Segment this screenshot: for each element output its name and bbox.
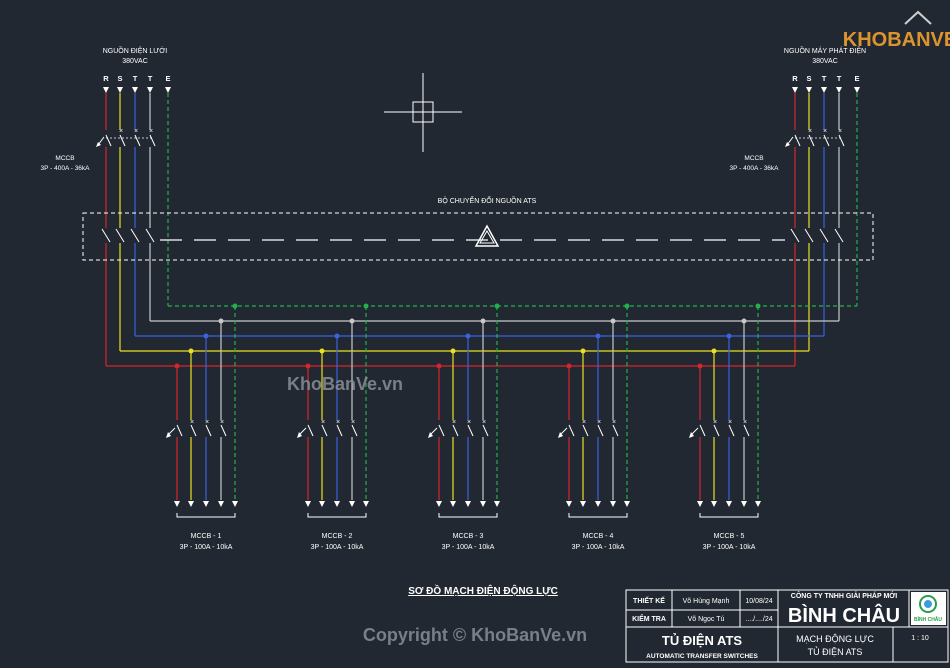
output-5-junction-1 [711, 348, 717, 354]
output-4-mark-2: × [612, 419, 616, 426]
output-2-junction-2 [334, 333, 340, 339]
project-subtitle: AUTOMATIC TRANSFER SWITCHES [646, 653, 758, 660]
logo-text: BÌNH CHÂU [914, 615, 942, 623]
output-4-name: MCCB - 4 [583, 533, 614, 540]
right-breaker-name: MCCB [744, 155, 763, 162]
output-3-rating: 3P - 100A - 10kA [442, 544, 495, 551]
output-2-junction-3 [349, 318, 355, 324]
scale-value: 1 : 10 [911, 635, 929, 642]
output-3-mark-0: × [452, 419, 456, 426]
right-source-voltage: 380VAC [812, 58, 838, 65]
output-5-name: MCCB - 5 [714, 533, 745, 540]
output-4-mark-0: × [582, 419, 586, 426]
output-3-name: MCCB - 3 [453, 533, 484, 540]
project-title: TỦ ĐIỆN ATS [662, 633, 742, 648]
output-5-mark-0: × [713, 419, 717, 426]
designer-date: 10/08/24 [745, 598, 772, 605]
output-3-mark-1: × [467, 419, 471, 426]
right-phase-label-3: T [837, 74, 842, 83]
output-3-mark-2: × [482, 419, 486, 426]
company-name: BÌNH CHÂU [788, 603, 900, 627]
drawing-title-1: MẠCH ĐỘNG LỰC [796, 634, 874, 644]
output-2-junction-1 [319, 348, 325, 354]
output-3-junction-2 [465, 333, 471, 339]
left-breaker-mark-1: × [119, 128, 123, 135]
left-phase-label-4: E [165, 74, 170, 83]
output-1-junction-4 [232, 303, 238, 309]
output-1-name: MCCB - 1 [191, 533, 222, 540]
output-1-junction-1 [188, 348, 194, 354]
left-breaker-mark-2: × [134, 128, 138, 135]
left-breaker-name: MCCB [55, 155, 74, 162]
output-1-junction-0 [174, 363, 180, 369]
output-1-mark-1: × [205, 419, 209, 426]
left-breaker-mark-3: × [149, 128, 153, 135]
right-breaker-mark-1: × [808, 128, 812, 135]
right-phase-label-1: S [806, 74, 811, 83]
output-2-rating: 3P - 100A - 10kA [311, 544, 364, 551]
output-5-rating: 3P - 100A - 10kA [703, 544, 756, 551]
right-phase-label-4: E [854, 74, 859, 83]
checker-label: KIỂM TRA [632, 614, 666, 623]
output-2-junction-0 [305, 363, 311, 369]
right-breaker-mark-2: × [823, 128, 827, 135]
right-breaker-rating: 3P - 400A - 36kA [729, 165, 779, 172]
left-phase-label-0: R [103, 74, 109, 83]
output-1-junction-3 [218, 318, 224, 324]
left-phase-label-2: T [133, 74, 138, 83]
site-watermark: KhoBanVe.vn [287, 374, 403, 394]
checker-date: ..../..../24 [745, 616, 772, 623]
output-4-rating: 3P - 100A - 10kA [572, 544, 625, 551]
output-2-junction-4 [363, 303, 369, 309]
output-5-junction-2 [726, 333, 732, 339]
output-1-mark-2: × [220, 419, 224, 426]
output-4-mark-1: × [597, 419, 601, 426]
output-4-junction-4 [624, 303, 630, 309]
checker-name: Võ Ngọc Tú [688, 616, 725, 623]
left-phase-label-1: S [117, 74, 122, 83]
copyright-watermark: Copyright © KhoBanVe.vn [363, 625, 587, 645]
output-5-junction-4 [755, 303, 761, 309]
output-1-junction-2 [203, 333, 209, 339]
electrical-diagram-canvas: R S T T E× × ×R S T T E× × ×× × ×MCCB - 13P - 100A - 1… [0, 0, 950, 668]
output-3-junction-3 [480, 318, 486, 324]
output-3-junction-1 [450, 348, 456, 354]
output-4-junction-2 [595, 333, 601, 339]
output-4-junction-3 [610, 318, 616, 324]
right-phase-label-2: T [822, 74, 827, 83]
output-2-name: MCCB - 2 [322, 533, 353, 540]
output-3-junction-0 [436, 363, 442, 369]
right-phase-label-0: R [792, 74, 798, 83]
diagram-title: SƠ ĐỒ MẠCH ĐIỆN ĐỘNG LỰC [408, 584, 558, 597]
designer-name: Võ Hùng Mạnh [683, 598, 730, 605]
output-5-mark-2: × [743, 419, 747, 426]
output-1-mark-0: × [190, 419, 194, 426]
output-4-junction-1 [580, 348, 586, 354]
right-breaker-mark-3: × [838, 128, 842, 135]
left-phase-label-3: T [148, 74, 153, 83]
output-4-junction-0 [566, 363, 572, 369]
left-source-voltage: 380VAC [122, 58, 148, 65]
output-1-rating: 3P - 100A - 10kA [180, 544, 233, 551]
left-breaker-rating: 3P - 400A - 36kA [40, 165, 90, 172]
output-3-junction-4 [494, 303, 500, 309]
output-5-junction-0 [697, 363, 703, 369]
logo-watermark-text: KHOBANVE [843, 29, 950, 51]
output-2-mark-0: × [321, 419, 325, 426]
company-logo: BÌNH CHÂU [911, 592, 946, 625]
output-2-mark-1: × [336, 419, 340, 426]
output-2-mark-2: × [351, 419, 355, 426]
company-line: CÔNG TY TNHH GIẢI PHÁP MỚI [791, 591, 897, 600]
output-5-junction-3 [741, 318, 747, 324]
drawing-title-2: TỦ ĐIỆN ATS [808, 646, 863, 657]
output-5-mark-1: × [728, 419, 732, 426]
